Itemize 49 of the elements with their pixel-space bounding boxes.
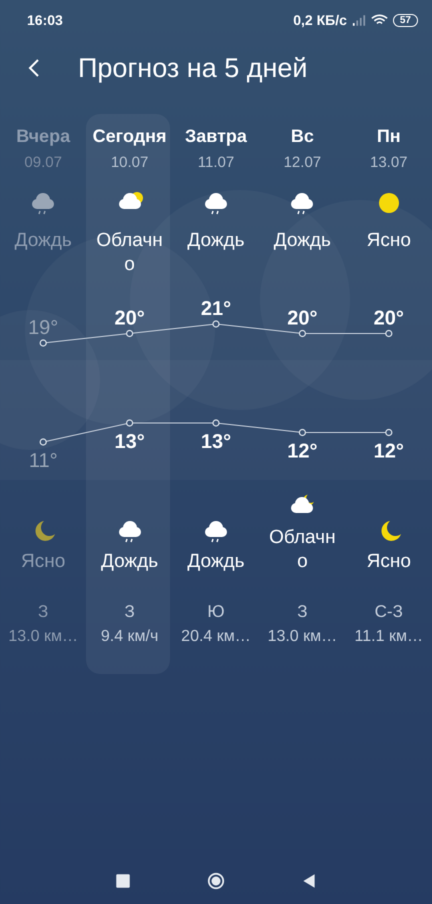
high-temperature: 19° bbox=[28, 317, 58, 339]
battery-icon: 57 bbox=[392, 14, 418, 26]
high-temperature: 20° bbox=[287, 308, 318, 330]
wifi-icon bbox=[370, 14, 388, 26]
wind-direction: Ю bbox=[207, 602, 225, 622]
low-temperature: 11° bbox=[28, 450, 58, 472]
page-title: Прогноз на 5 дней bbox=[78, 52, 308, 84]
recent-apps-icon[interactable] bbox=[114, 872, 132, 890]
night-condition: Дождь bbox=[100, 550, 160, 574]
wind-speed: 13.0 км… bbox=[8, 628, 78, 646]
wind-direction: З bbox=[297, 602, 308, 622]
high-temperature: 20° bbox=[114, 308, 145, 330]
status-time: 16:03 bbox=[27, 12, 63, 28]
low-temperature: 12° bbox=[374, 440, 404, 462]
day-condition: Дождь bbox=[272, 229, 332, 253]
day-condition: Облачно bbox=[95, 229, 164, 277]
home-icon[interactable] bbox=[207, 872, 225, 890]
day-name: Сегодня bbox=[92, 126, 166, 148]
day-date: 12.07 bbox=[284, 154, 322, 171]
wind-speed: 11.1 км… bbox=[354, 628, 423, 646]
high-temperature: 20° bbox=[374, 308, 404, 330]
wind-direction: З bbox=[124, 602, 135, 622]
day-condition: Ясно bbox=[366, 229, 412, 253]
wind-direction: З bbox=[38, 602, 48, 622]
day-name: Пн bbox=[376, 126, 401, 148]
signal-icon bbox=[352, 14, 366, 26]
network-speed: 0,2 КБ/с bbox=[293, 12, 347, 28]
day-name: Вс bbox=[290, 126, 314, 148]
wind-direction: С-З bbox=[374, 602, 403, 622]
low-temperature: 13° bbox=[114, 431, 145, 453]
day-date: 10.07 bbox=[110, 154, 148, 171]
wind-speed: 9.4 км/ч bbox=[100, 628, 158, 646]
high-temperature: 21° bbox=[200, 298, 232, 320]
day-date: 13.07 bbox=[370, 154, 408, 171]
day-date: 09.07 bbox=[24, 154, 62, 171]
day-condition: Дождь bbox=[14, 229, 73, 253]
day-date: 11.07 bbox=[198, 154, 234, 171]
day-name: Завтра bbox=[185, 126, 247, 148]
wind-speed: 20.4 км… bbox=[181, 628, 251, 646]
back-icon[interactable] bbox=[28, 58, 40, 78]
wind-speed: 13.0 км… bbox=[268, 628, 338, 646]
low-temperature: 12° bbox=[287, 440, 318, 462]
night-condition: Ясно bbox=[366, 550, 412, 574]
low-temperature: 13° bbox=[200, 431, 232, 453]
day-name: Вчера bbox=[16, 126, 70, 148]
day-condition: Дождь bbox=[186, 229, 246, 253]
night-condition: Ясно bbox=[20, 550, 66, 574]
night-condition: Дождь bbox=[186, 550, 246, 574]
night-condition: Облачно bbox=[268, 526, 337, 574]
